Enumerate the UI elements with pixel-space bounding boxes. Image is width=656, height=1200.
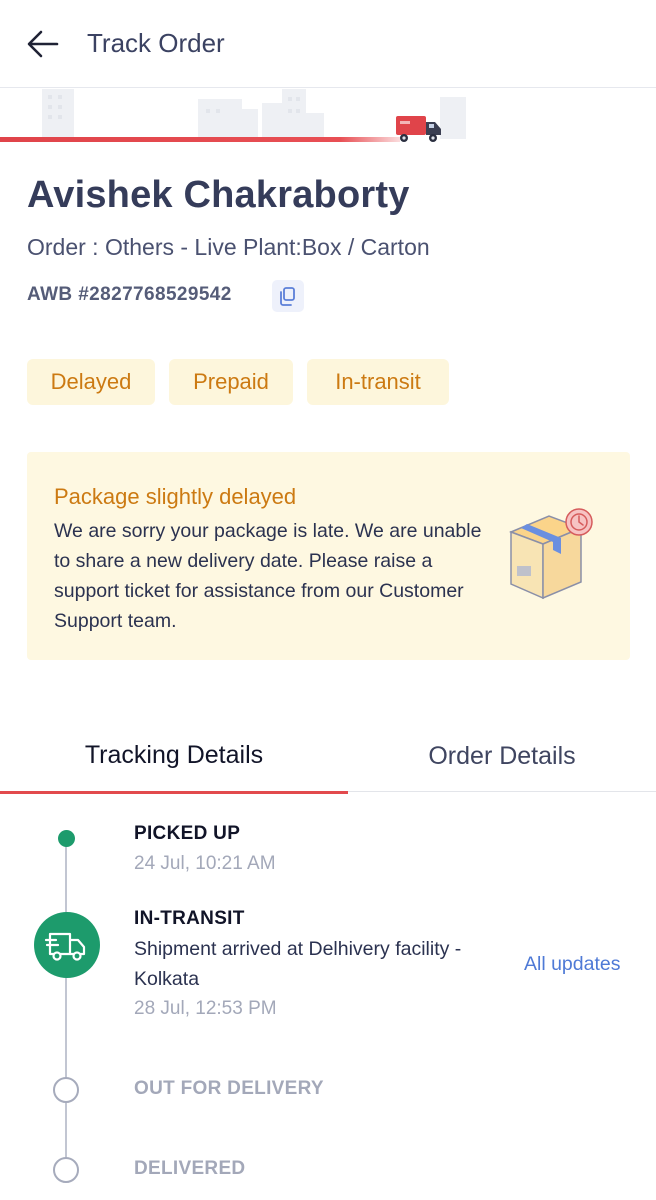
app-header: Track Order — [0, 0, 656, 88]
status-chip-delayed: Delayed — [27, 359, 155, 405]
delay-notice-card: Package slightly delayed We are sorry yo… — [27, 452, 630, 660]
timeline-dot-picked-up — [58, 830, 75, 847]
step-time-picked-up: 24 Jul, 10:21 AM — [134, 853, 276, 874]
delivery-truck-illustration — [396, 116, 441, 142]
step-message-in-transit: Shipment arrived at Delhivery facility -… — [134, 938, 462, 990]
delay-notice-message: We are sorry your package is late. We ar… — [54, 520, 482, 632]
back-button[interactable] — [24, 26, 64, 62]
step-status-delivered: DELIVERED — [134, 1158, 246, 1179]
page-title: Track Order — [87, 28, 225, 58]
step-time-in-transit: 28 Jul, 12:53 PM — [134, 998, 277, 1019]
delayed-box-icon — [508, 508, 593, 600]
step-status-picked-up: PICKED UP — [134, 823, 241, 844]
step-status-out-for-delivery: OUT FOR DELIVERY — [134, 1078, 324, 1099]
back-arrow-icon — [27, 30, 59, 58]
details-tabs: Tracking Details Order Details — [0, 720, 656, 794]
copy-awb-button[interactable] — [272, 280, 304, 312]
tab-order-details[interactable]: Order Details — [348, 720, 656, 792]
timeline-dot-out-for-delivery — [53, 1077, 79, 1103]
customer-name: Avishek Chakraborty — [27, 174, 410, 216]
timeline-dot-in-transit — [34, 912, 100, 978]
tab-tracking-details[interactable]: Tracking Details — [0, 720, 348, 794]
awb-number: AWB #2827768529542 — [27, 284, 232, 305]
delay-notice-title: Package slightly delayed — [54, 484, 297, 509]
order-description: Order : Others - Live Plant:Box / Carton — [27, 234, 430, 260]
timeline-dot-delivered — [53, 1157, 79, 1183]
delivery-truck-icon — [44, 932, 86, 961]
all-updates-link[interactable]: All updates — [524, 953, 620, 976]
status-chip-in-transit: In-transit — [307, 359, 449, 405]
progress-track-line — [0, 137, 400, 142]
status-chip-prepaid: Prepaid — [169, 359, 293, 405]
step-status-in-transit: IN-TRANSIT — [134, 908, 245, 929]
timeline-connector — [65, 838, 67, 1178]
copy-icon — [280, 287, 295, 306]
